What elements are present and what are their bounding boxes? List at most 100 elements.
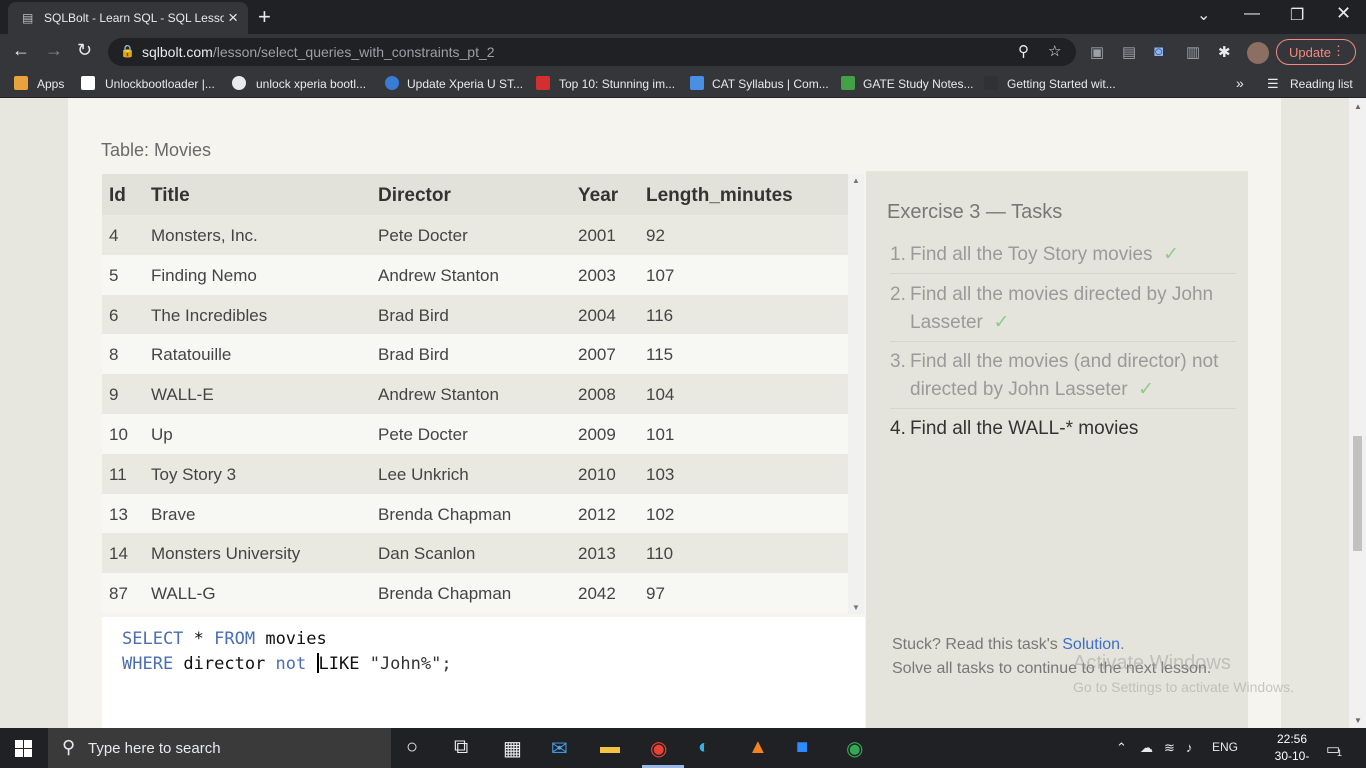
table-cell: 8 [109,345,119,365]
address-bar[interactable]: 🔒 sqlbolt.com/lesson/select_queries_with… [108,38,1076,66]
onedrive-icon[interactable]: ☁ [1140,740,1153,756]
table-cell: 14 [109,544,128,564]
page-scrollbar[interactable]: ▲ ▼ [1349,98,1366,728]
check-icon: ✓ [993,312,1010,333]
check-icon: ✓ [1138,379,1155,400]
browser-tab[interactable]: ▤ SQLBolt - Learn SQL - SQL Lesso × [8,2,248,34]
table-body: 4 Monsters, Inc. Pete Docter 2001 92 5 Finding… [102,215,848,613]
page-scroll-thumb[interactable] [1353,436,1362,551]
new-tab-button[interactable]: + [258,4,271,30]
unlockbootloader-icon [81,76,95,90]
bookmark-unlock-xperia[interactable]: unlock xperia bootl... [256,77,366,91]
tab-search-chevron-icon[interactable]: ⌄ [1197,5,1210,25]
bookmark-star-icon[interactable]: ☆ [1048,42,1061,60]
table-cell: 4 [109,226,119,245]
reading-list-button[interactable]: Reading list [1290,77,1353,91]
cortana-icon[interactable]: ○ [406,736,418,759]
cat-syllabus-icon [690,76,704,90]
table-row: 8 Ratatouille Brad Bird 2007 115 [102,334,848,375]
more-menu-icon: ⋮ [1332,43,1345,58]
more-bookmarks-chevron-icon[interactable]: » [1236,75,1244,91]
extensions-puzzle-icon[interactable]: ✱ [1218,43,1231,61]
close-window-button[interactable]: ✕ [1336,3,1351,24]
table-row: 11 Toy Story 3 Lee Unkrich 2010 103 [102,453,848,494]
file-explorer-icon[interactable]: ▬ [600,736,620,759]
table-row: 6 The Incredibles Brad Bird 2004 116 [102,294,848,335]
vlc-icon[interactable]: ▲ [748,736,768,759]
bookmark-update-xperia[interactable]: Update Xperia U ST... [407,77,523,91]
windows-start-icon[interactable] [15,740,32,757]
table-row: 87 WALL-G Brenda Chapman 2042 97 [102,573,848,613]
browser-tab-bar: ▤ SQLBolt - Learn SQL - SQL Lesso × + ⌄ … [0,0,1366,34]
table-cell: Brenda Chapman [378,504,512,524]
table-cell: The Incredibles [151,305,268,325]
table-cell: 115 [646,345,674,365]
taskbar-search-box[interactable]: ⚲ Type here to search [48,728,391,768]
table-cell: Toy Story 3 [151,464,237,484]
chart-extension-icon[interactable]: ▥ [1186,43,1200,61]
table-scrollbar[interactable]: ▲ ▼ [848,174,864,614]
volume-icon[interactable]: ♪ [1186,740,1193,755]
notification-count: 1 [1337,748,1343,758]
table-cell: 103 [646,464,675,484]
tasks-panel: Exercise 3 — Tasks 1. Find all the Toy S… [866,171,1248,728]
forward-button[interactable]: → [45,40,63,61]
bookmark-gate-notes[interactable]: GATE Study Notes... [863,77,973,91]
restore-button[interactable]: ❐ [1290,5,1304,25]
show-hidden-icons-chevron-icon[interactable]: ⌃ [1116,740,1127,756]
windows-taskbar: ⚲ Type here to search ○ ⧉ ▦ ✉ ▬ ◉ ◐ ▲ ■ … [0,728,1366,768]
camera-extension-icon[interactable]: ◙ [1154,43,1163,60]
solution-link[interactable]: Solution [1062,636,1120,653]
language-indicator[interactable]: ENG [1212,740,1238,754]
chrome-profile-icon[interactable]: ◉ [846,736,863,761]
query-line-2: WHERE director not LIKE "John%"; [122,653,452,674]
task-view-icon[interactable]: ⧉ [454,736,468,759]
bookmark-unlockbootloader[interactable]: Unlockbootloader |... [105,77,215,91]
scroll-up-arrow-icon[interactable]: ▲ [852,176,860,185]
table-cell: Brenda Chapman [378,584,512,604]
document-extension-icon[interactable]: ▤ [1122,43,1136,61]
task-divider [890,273,1236,274]
scroll-down-arrow-icon[interactable]: ▼ [852,603,860,612]
minimize-button[interactable]: — [1244,5,1260,23]
store-icon[interactable]: ▦ [503,736,522,761]
tasks-heading: Exercise 3 — Tasks [887,201,1063,223]
scroll-up-arrow-icon[interactable]: ▲ [1354,102,1362,111]
system-clock[interactable]: 22:56 30-10-2021 [1262,731,1322,768]
table-cell: 6 [109,305,119,325]
edge-icon[interactable]: ◐ [698,736,710,759]
extension-icon[interactable]: ▣ [1090,43,1104,61]
table-cell: Finding Nemo [151,265,257,285]
table-cell: Ratatouille [151,345,232,365]
wifi-icon[interactable]: ≋ [1164,740,1175,756]
back-button[interactable]: ← [12,40,30,61]
table-cell: 97 [646,584,665,604]
update-button[interactable]: Update ⋮ [1276,39,1356,65]
sql-query-editor[interactable]: SELECT * FROM movies WHERE director not … [102,617,865,728]
table-cell: 2004 [578,305,616,325]
table-cell: 2008 [578,385,616,405]
table-cell: WALL-E [151,385,214,405]
table-row: 14 Monsters University Dan Scanlon 2013 110 [102,533,848,574]
chrome-icon[interactable]: ◉ [650,736,667,761]
header-id: Id [109,185,126,206]
bookmark-getting-started[interactable]: Getting Started wit... [1007,77,1116,91]
header-year: Year [578,185,619,206]
close-tab-icon[interactable]: × [228,8,238,28]
table-cell: 2042 [578,584,616,604]
scroll-down-arrow-icon[interactable]: ▼ [1354,716,1362,725]
mail-icon[interactable]: ✉ [551,736,568,761]
bookmark-cat-syllabus[interactable]: CAT Syllabus | Com... [712,77,829,91]
bookmark-apps[interactable]: Apps [37,77,64,91]
url-text[interactable]: sqlbolt.com/lesson/select_queries_with_c… [142,44,495,60]
table-row: 4 Monsters, Inc. Pete Docter 2001 92 [102,215,848,255]
zoom-icon[interactable]: ⚲ [1018,42,1029,60]
tab-title: SQLBolt - Learn SQL - SQL Lesso [44,11,224,25]
table-cell: 110 [646,544,674,564]
bookmark-top10[interactable]: Top 10: Stunning im... [559,77,675,91]
reload-button[interactable]: ↻ [77,40,92,61]
table-cell: Lee Unkrich [378,464,469,484]
zoom-app-icon[interactable]: ■ [796,736,808,759]
profile-avatar[interactable] [1247,42,1269,64]
table-cell: 116 [646,305,674,325]
